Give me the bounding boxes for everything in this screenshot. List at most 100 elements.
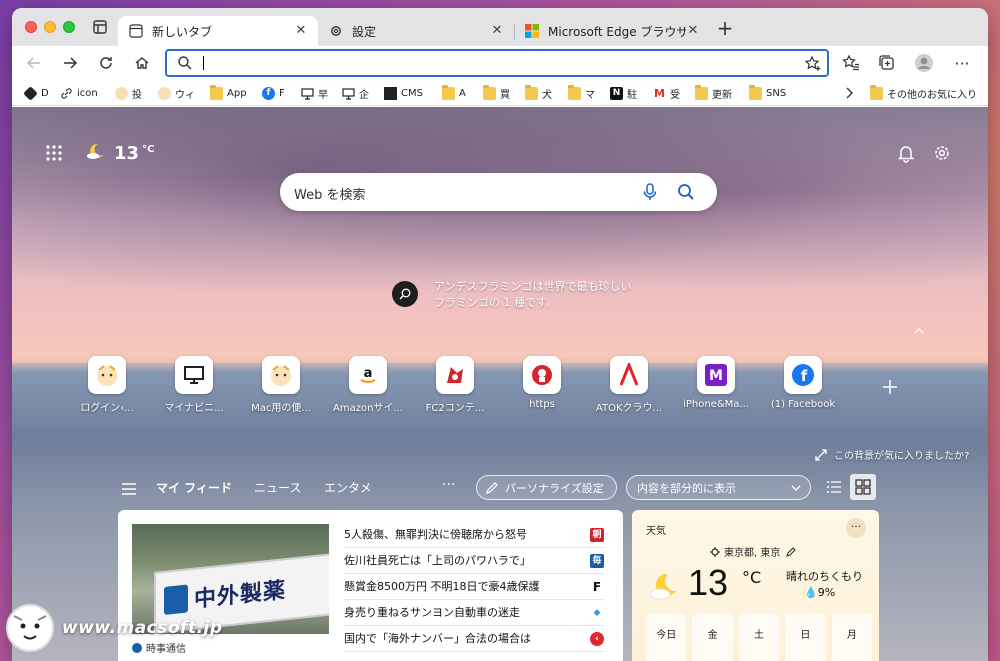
close-tab-icon[interactable]: ✕ [490, 24, 504, 38]
bookmark-label: F [279, 87, 285, 99]
page-settings-gear-icon[interactable] [932, 143, 952, 163]
bookmark-item[interactable]: 更新 [695, 84, 732, 101]
tab-label: 設定 [352, 24, 377, 39]
bookmark-item[interactable]: M受 [653, 85, 680, 101]
bookmark-label: マ [585, 89, 595, 101]
quick-link-tile[interactable]: f (1) Facebook [763, 356, 843, 410]
tab-settings[interactable]: 設定 ✕ [318, 16, 514, 46]
tab-label: Microsoft Edge ブラウザーの主 [548, 24, 686, 39]
bookmark-item[interactable]: CMS [384, 85, 423, 101]
back-button[interactable] [24, 53, 44, 73]
link-icon [60, 87, 73, 100]
reload-button[interactable] [96, 53, 116, 73]
feed-tab-entertainment[interactable]: エンタメ [324, 479, 372, 496]
tab-microsoft-edge[interactable]: Microsoft Edge ブラウザーの主 ✕ [514, 16, 710, 46]
forecast-day[interactable]: 土 [738, 614, 780, 661]
tab-strip: 新しいタブ ✕ 設定 ✕ Microsoft Edge ブラウザーの主 ✕ + [12, 8, 988, 46]
text-cursor [203, 56, 204, 70]
mascot-icon [158, 86, 171, 100]
bookmark-label: 更新 [712, 89, 732, 101]
notifications-bell-icon[interactable] [896, 143, 916, 163]
bookmark-item[interactable]: 買 [483, 84, 510, 101]
quick-link-tile[interactable]: https [502, 356, 582, 410]
bookmark-item[interactable]: icon [60, 85, 98, 101]
list-view-icon[interactable] [826, 479, 842, 495]
weather-location[interactable]: 東京都, 東京 [710, 544, 797, 559]
grid-view-icon[interactable] [850, 474, 876, 500]
collapse-chevron-up-icon[interactable] [912, 323, 926, 337]
quick-link-tile[interactable]: マイナビニ... [154, 356, 234, 414]
close-tab-icon[interactable]: ✕ [294, 24, 308, 38]
bookmark-label: ウィ [175, 89, 195, 101]
favorites-icon[interactable] [841, 53, 861, 73]
more-menu-icon[interactable]: ··· [952, 53, 972, 73]
minimize-window-button[interactable] [44, 21, 56, 33]
close-tab-icon[interactable]: ✕ [686, 24, 700, 38]
quick-link-tile[interactable]: ATOKクラウ... [589, 356, 669, 414]
bookmark-item[interactable]: 投 [115, 85, 142, 101]
bookmark-item[interactable]: N駐 [610, 85, 637, 101]
bookmark-item[interactable]: ウィ [158, 85, 195, 101]
web-search-box[interactable]: Web を検索 [280, 173, 717, 211]
quick-link-tile[interactable]: FC2コンテ... [415, 356, 495, 414]
home-button[interactable] [132, 53, 152, 73]
address-bar[interactable] [165, 49, 829, 77]
quick-link-tile[interactable]: ログイン‹... [67, 356, 147, 414]
hamburger-menu-icon[interactable] [122, 480, 136, 495]
red-site-icon [523, 356, 561, 394]
bookmark-item[interactable]: 犬 [525, 84, 552, 101]
bookmark-item[interactable]: SNS [749, 84, 786, 101]
quick-link-tile[interactable]: Mac用の便... [241, 356, 321, 414]
personalize-button[interactable]: パーソナライズ設定 [476, 475, 617, 500]
forecast-day[interactable]: 金 [692, 614, 733, 661]
forecast-day[interactable]: 今日 [646, 614, 687, 661]
bookmark-item[interactable]: D [23, 85, 49, 101]
bookmarks-overflow-icon[interactable] [844, 85, 854, 101]
headline-item[interactable]: 身売り重ねるサンヨン自動車の迷走 ◆ [344, 600, 604, 626]
headline-item[interactable]: 懸賞金8500万円 不明18日で豪4歳保護 F [344, 574, 604, 600]
background-feedback[interactable]: この背景が気に入りましたか? [814, 447, 969, 462]
tab-new-tab[interactable]: 新しいタブ ✕ [118, 16, 318, 46]
close-window-button[interactable] [25, 21, 37, 33]
add-favorite-icon[interactable] [804, 55, 822, 73]
forward-button[interactable] [60, 53, 80, 73]
feed-tab-news[interactable]: ニュース [254, 479, 301, 496]
weather-card[interactable]: 天気 ··· 東京都, 東京 13 °C 晴れのちくもり 💧9% 今日 金 土 … [632, 510, 879, 661]
tab-actions-icon[interactable] [92, 19, 108, 35]
headline-item[interactable]: 佐川社員死亡は「上司のパワハラで」 毎 [344, 548, 604, 574]
quick-link-label: マイナビニ... [164, 403, 224, 414]
bookmark-item[interactable]: 早 [301, 85, 328, 101]
headline-item[interactable]: 5人殺傷、無罪判決に傍聴席から怒号 朝 [344, 522, 604, 548]
headline-item[interactable]: 国内で「海外ナンバー」合法の場合は ‹ [344, 626, 604, 652]
bookmark-item[interactable]: 企 [342, 85, 369, 101]
mascot-icon [115, 86, 128, 100]
new-tab-button[interactable]: + [716, 18, 734, 38]
weather-widget-top[interactable]: 13 °C [84, 140, 154, 166]
bookmark-item[interactable]: A [442, 84, 466, 101]
forecast-day-label: 今日 [656, 630, 677, 641]
more-feed-tabs-icon[interactable]: ··· [442, 477, 455, 493]
search-icon[interactable] [676, 182, 696, 202]
bookmark-item[interactable]: fF [262, 85, 285, 101]
bookmark-label: App [227, 87, 247, 99]
app-launcher-icon[interactable] [44, 143, 64, 163]
profile-avatar-icon[interactable] [914, 53, 934, 73]
forecast-day[interactable]: 月 [831, 614, 873, 661]
microphone-icon[interactable] [640, 182, 660, 202]
bookmark-item[interactable]: App [210, 84, 247, 101]
content-visibility-select[interactable]: 内容を部分的に表示 [626, 475, 811, 500]
maximize-window-button[interactable] [63, 21, 75, 33]
collections-icon[interactable] [877, 53, 897, 73]
more-options-icon[interactable]: ··· [846, 518, 866, 538]
folder-icon [210, 84, 223, 100]
publisher-logo-icon: F [590, 580, 604, 594]
feed-tab-my-feed[interactable]: マイ フィード [156, 479, 232, 496]
image-info[interactable]: アンデスフラミンゴは世界で最も珍しい フラミンゴの 1 種です。 [392, 279, 632, 311]
other-favorites-folder[interactable]: その他のお気に入り [870, 84, 977, 101]
add-quick-link-icon[interactable] [882, 379, 898, 395]
folder-icon [870, 84, 883, 100]
bookmark-item[interactable]: マ [568, 84, 595, 101]
quick-link-tile[interactable]: M iPhone&Ma... [676, 356, 756, 410]
quick-link-tile[interactable]: a Amazonサイ... [328, 356, 408, 414]
forecast-day[interactable]: 日 [785, 614, 826, 661]
